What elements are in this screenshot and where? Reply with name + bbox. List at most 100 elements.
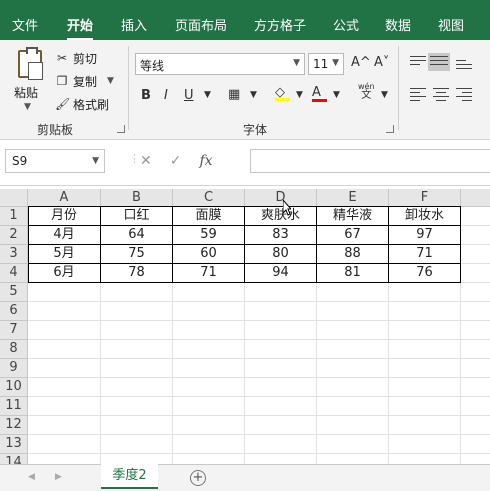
table-cell[interactable]: 94 — [245, 264, 317, 283]
align-center-icon[interactable] — [433, 88, 449, 104]
empty-cell[interactable] — [389, 302, 461, 321]
row-header-14[interactable]: 14 — [0, 454, 28, 464]
tab-data[interactable]: 数据 — [385, 15, 411, 34]
row-header-7[interactable]: 7 — [0, 321, 28, 340]
empty-cell[interactable] — [245, 302, 317, 321]
empty-cell[interactable] — [28, 416, 101, 435]
empty-cell[interactable] — [245, 378, 317, 397]
empty-cell[interactable] — [245, 359, 317, 378]
tab-formulas[interactable]: 公式 — [333, 15, 359, 34]
column-header-b[interactable]: B — [101, 189, 173, 207]
grow-font-button[interactable]: A^ — [351, 55, 371, 70]
empty-cell[interactable] — [173, 283, 245, 302]
table-header-cell[interactable]: 卸妆水 — [389, 207, 461, 226]
table-cell[interactable]: 59 — [173, 226, 245, 245]
empty-cell[interactable] — [461, 359, 490, 378]
empty-cell[interactable] — [101, 321, 173, 340]
tab-home[interactable]: 开始 — [67, 15, 94, 41]
empty-cell[interactable] — [173, 416, 245, 435]
row-header-6[interactable]: 6 — [0, 302, 28, 321]
fill-color-icon[interactable]: ◇ — [275, 85, 290, 101]
clipboard-launcher-icon[interactable] — [117, 125, 125, 133]
underline-button[interactable]: U — [184, 88, 194, 103]
empty-cell[interactable] — [101, 359, 173, 378]
scroll-left-icon[interactable]: ◀ — [28, 472, 35, 482]
empty-cell[interactable] — [389, 340, 461, 359]
align-left-icon[interactable] — [410, 88, 426, 104]
chevron-down-icon[interactable]: ▼ — [204, 90, 211, 100]
empty-cell[interactable] — [317, 321, 389, 340]
empty-cell[interactable] — [461, 207, 490, 226]
table-cell[interactable]: 81 — [317, 264, 389, 283]
empty-cell[interactable] — [461, 302, 490, 321]
empty-cell[interactable] — [173, 302, 245, 321]
tab-fangfang[interactable]: 方方格子 — [254, 15, 306, 34]
empty-cell[interactable] — [461, 454, 490, 464]
cut-button[interactable]: ✂ 剪切 — [55, 48, 97, 68]
empty-cell[interactable] — [317, 435, 389, 454]
column-header-overflow[interactable] — [461, 189, 490, 207]
empty-cell[interactable] — [28, 283, 101, 302]
row-header-4[interactable]: 4 — [0, 264, 28, 283]
empty-cell[interactable] — [173, 435, 245, 454]
align-bottom-icon[interactable] — [456, 60, 472, 72]
empty-cell[interactable] — [461, 264, 490, 283]
italic-button[interactable]: I — [164, 88, 168, 103]
empty-cell[interactable] — [461, 340, 490, 359]
empty-cell[interactable] — [173, 454, 245, 464]
row-header-12[interactable]: 12 — [0, 416, 28, 435]
empty-cell[interactable] — [173, 321, 245, 340]
empty-cell[interactable] — [317, 397, 389, 416]
table-cell[interactable]: 67 — [317, 226, 389, 245]
empty-cell[interactable] — [461, 416, 490, 435]
row-header-13[interactable]: 13 — [0, 435, 28, 454]
table-cell[interactable]: 6月 — [28, 264, 101, 283]
empty-cell[interactable] — [28, 302, 101, 321]
name-box[interactable]: S9 ▼ — [5, 149, 105, 173]
empty-cell[interactable] — [28, 454, 101, 464]
align-top-icon[interactable] — [410, 56, 426, 68]
row-header-3[interactable]: 3 — [0, 245, 28, 264]
empty-cell[interactable] — [317, 340, 389, 359]
table-cell[interactable]: 60 — [173, 245, 245, 264]
empty-cell[interactable] — [245, 454, 317, 464]
chevron-down-icon[interactable]: ▼ — [333, 90, 340, 100]
chevron-down-icon[interactable]: ▼ — [250, 90, 257, 100]
empty-cell[interactable] — [245, 283, 317, 302]
empty-cell[interactable] — [101, 397, 173, 416]
empty-cell[interactable] — [245, 340, 317, 359]
cancel-icon[interactable]: ✕ — [140, 153, 152, 169]
tab-page-layout[interactable]: 页面布局 — [175, 15, 227, 34]
align-right-icon[interactable] — [456, 88, 472, 104]
empty-cell[interactable] — [101, 454, 173, 464]
empty-cell[interactable] — [28, 435, 101, 454]
row-header-11[interactable]: 11 — [0, 397, 28, 416]
empty-cell[interactable] — [389, 378, 461, 397]
empty-cell[interactable] — [28, 321, 101, 340]
align-middle-icon[interactable] — [428, 53, 450, 71]
row-header-8[interactable]: 8 — [0, 340, 28, 359]
font-name-select[interactable]: 等线 ▼ — [135, 53, 305, 75]
copy-button[interactable]: ❐ 复制 ▼ — [55, 71, 114, 91]
chevron-down-icon[interactable]: ▼ — [381, 90, 388, 100]
select-all-corner[interactable] — [0, 189, 28, 207]
empty-cell[interactable] — [461, 321, 490, 340]
scroll-right-icon[interactable]: ▶ — [55, 472, 62, 482]
table-header-cell[interactable]: 口红 — [101, 207, 173, 226]
column-header-a[interactable]: A — [28, 189, 101, 207]
border-icon[interactable]: ▦ — [228, 87, 240, 102]
empty-cell[interactable] — [173, 340, 245, 359]
empty-cell[interactable] — [101, 416, 173, 435]
table-header-cell[interactable]: 面膜 — [173, 207, 245, 226]
font-size-select[interactable]: 11 ▼ — [308, 53, 344, 75]
tab-view[interactable]: 视图 — [438, 15, 464, 34]
empty-cell[interactable] — [28, 378, 101, 397]
row-header-9[interactable]: 9 — [0, 359, 28, 378]
insert-function-icon[interactable]: fx — [199, 153, 212, 169]
column-header-d[interactable]: D — [245, 189, 317, 207]
sheet-tab-active[interactable]: 季度2 — [101, 464, 158, 489]
empty-cell[interactable] — [389, 283, 461, 302]
column-header-e[interactable]: E — [317, 189, 389, 207]
table-cell[interactable]: 71 — [389, 245, 461, 264]
table-cell[interactable]: 4月 — [28, 226, 101, 245]
